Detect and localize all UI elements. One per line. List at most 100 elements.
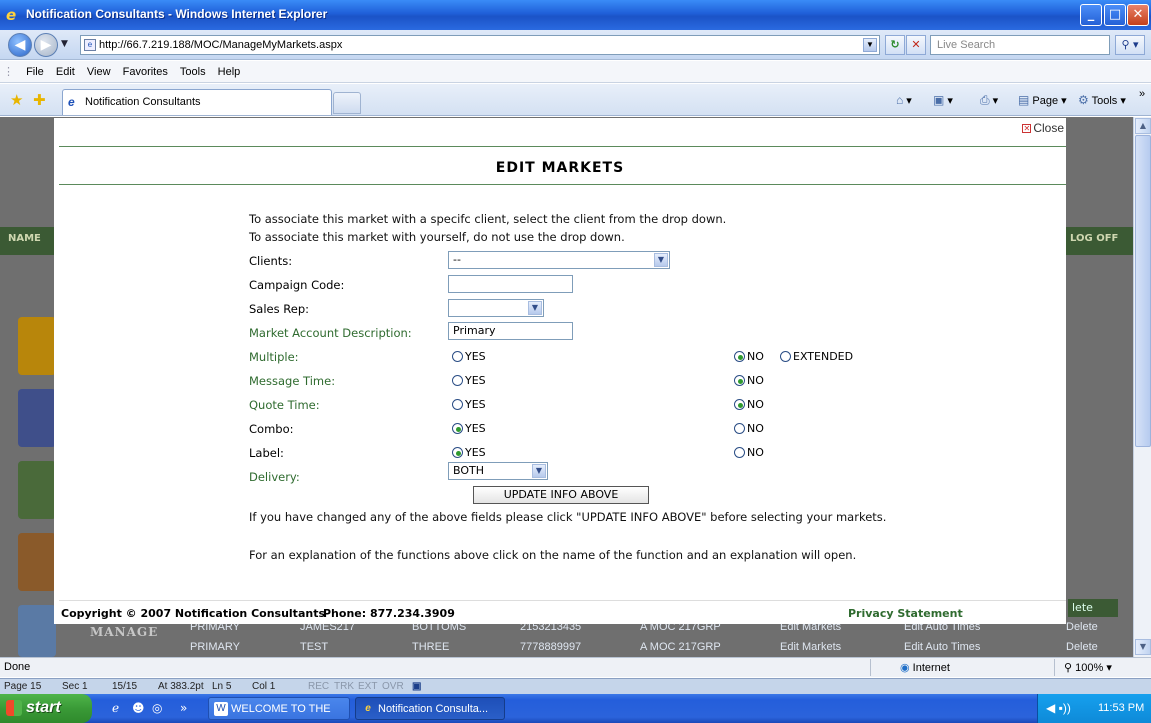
minimize-button[interactable]: _ <box>1080 4 1102 26</box>
quote-time-label[interactable]: Quote Time: <box>249 398 320 412</box>
label-no-radio[interactable]: NO <box>734 446 764 459</box>
feeds-button[interactable]: ▣ ▾ <box>933 93 953 107</box>
privacy-statement-link[interactable]: Privacy Statement <box>848 607 963 620</box>
delivery-label[interactable]: Delivery: <box>249 470 300 484</box>
radio-dot <box>734 423 745 434</box>
multiple-no-radio[interactable]: NO <box>734 350 764 363</box>
forward-button[interactable]: ▶ <box>34 33 58 57</box>
tools-menu-button[interactable]: ⚙ Tools ▾ <box>1078 93 1126 107</box>
combo-label: Combo: <box>249 422 294 436</box>
cell: Delete <box>1066 641 1098 653</box>
menu-help[interactable]: Help <box>218 61 241 83</box>
market-account-description-input[interactable]: Primary <box>448 322 573 340</box>
menu-view[interactable]: View <box>87 61 111 83</box>
cell: Delete <box>1066 621 1098 633</box>
toolbar-grip: ⋮ <box>3 66 14 78</box>
chevron-down-icon[interactable]: ▼ <box>863 38 877 52</box>
menu-file[interactable]: File <box>26 61 44 83</box>
tray-network-icon[interactable]: ◀ ▪)) <box>1046 701 1071 715</box>
quicklaunch-messenger-icon[interactable]: ☻ <box>132 701 145 715</box>
chevron-down-icon[interactable]: ▼ <box>532 464 546 478</box>
message-time-yes-radio[interactable]: YES <box>452 374 486 387</box>
sales-rep-select[interactable]: ▼ <box>448 299 544 317</box>
taskbar-ie-window[interactable]: e Notification Consulta... <box>355 697 505 720</box>
print-button[interactable]: ⎙ ▾ <box>980 93 998 108</box>
label-yes-radio[interactable]: YES <box>452 446 486 459</box>
vertical-scrollbar[interactable]: ▲ ▼ <box>1133 117 1151 657</box>
quote-time-yes-radio[interactable]: YES <box>452 398 486 411</box>
home-button[interactable]: ⌂ ▾ <box>896 93 912 107</box>
home-icon: ⌂ <box>896 93 904 107</box>
start-label: start <box>26 699 61 716</box>
quicklaunch-more-icon[interactable]: » <box>180 701 187 715</box>
cell: PRIMARY <box>190 641 240 653</box>
cell: Edit Markets <box>780 641 842 653</box>
stop-button[interactable]: ✕ <box>906 35 926 55</box>
scroll-up-button[interactable]: ▲ <box>1135 118 1151 134</box>
close-window-button[interactable]: ✕ <box>1127 4 1149 26</box>
search-input[interactable]: Live Search <box>930 35 1110 55</box>
word-ext[interactable]: EXT <box>358 681 377 692</box>
feeds-icon: ▣ <box>933 93 945 107</box>
task-label: WELCOME TO THE M... <box>231 703 331 715</box>
spelling-status-icon[interactable]: ▣ <box>412 681 421 692</box>
taskbar-word-window[interactable]: W WELCOME TO THE M... <box>208 697 350 720</box>
back-button[interactable]: ◀ <box>8 33 32 57</box>
radio-dot <box>734 375 745 386</box>
security-zone[interactable]: ◉ Internet <box>900 661 950 674</box>
close-label: Close <box>1033 121 1064 135</box>
new-tab-button[interactable] <box>333 92 361 114</box>
tab-notification-consultants[interactable]: e Notification Consultants <box>62 89 332 115</box>
start-button[interactable]: start <box>0 694 92 723</box>
word-status-bar: Page 15 Sec 1 15/15 At 383.2pt Ln 5 Col … <box>0 678 1151 694</box>
background-manage-label: MANAGE <box>90 625 159 639</box>
multiple-extended-radio[interactable]: EXTENDED <box>780 350 853 363</box>
message-time-no-radio[interactable]: NO <box>734 374 764 387</box>
add-favorite-icon[interactable]: ✚ <box>33 91 46 109</box>
favorites-star-icon[interactable]: ★ <box>10 91 23 109</box>
scroll-thumb[interactable] <box>1135 135 1151 447</box>
edit-markets-modal: ✕ Close EDIT MARKETS To associate this ma… <box>54 118 1066 624</box>
page-menu-button[interactable]: ▤ Page ▾ <box>1018 93 1067 107</box>
word-rec[interactable]: REC <box>308 681 329 692</box>
clients-select[interactable]: -- ▼ <box>448 251 670 269</box>
menu-edit[interactable]: Edit <box>56 61 75 83</box>
url-input[interactable]: e http://66.7.219.188/MOC/ManageMyMarket… <box>80 35 880 55</box>
zoom-level-button[interactable]: ⚲ 100% ▾ <box>1064 661 1112 674</box>
copyright-text: Copyright © 2007 Notification Consultant… <box>61 607 325 620</box>
more-commands-icon[interactable]: » <box>1139 88 1145 100</box>
quote-time-no-radio[interactable]: NO <box>734 398 764 411</box>
radio-dot <box>734 399 745 410</box>
magnifier-icon: ⚲ <box>1064 662 1073 674</box>
chevron-down-icon[interactable]: ▼ <box>654 253 668 267</box>
multiple-yes-radio[interactable]: YES <box>452 350 486 363</box>
market-account-description-label[interactable]: Market Account Description: <box>249 326 412 340</box>
delivery-select[interactable]: BOTH ▼ <box>448 462 548 480</box>
recent-pages-dropdown-icon[interactable]: ▼ <box>61 39 68 49</box>
word-trk[interactable]: TRK <box>334 681 354 692</box>
message-time-label[interactable]: Message Time: <box>249 374 335 388</box>
chevron-down-icon[interactable]: ▼ <box>528 301 542 315</box>
scroll-down-button[interactable]: ▼ <box>1135 639 1151 655</box>
quicklaunch-ie-icon[interactable]: ℯ <box>112 701 119 715</box>
modal-close-button[interactable]: ✕ Close <box>1022 121 1064 135</box>
menu-tools[interactable]: Tools <box>180 61 206 83</box>
intro-text-2: To associate this market with yourself, … <box>249 230 625 244</box>
maximize-button[interactable]: □ <box>1104 4 1126 26</box>
tools-menu-label: Tools <box>1091 95 1118 107</box>
campaign-code-input[interactable] <box>448 275 573 293</box>
refresh-button[interactable]: ↻ <box>885 35 905 55</box>
combo-yes-radio[interactable]: YES <box>452 422 486 435</box>
radio-label: YES <box>465 398 486 411</box>
multiple-label[interactable]: Multiple: <box>249 350 299 364</box>
word-ovr[interactable]: OVR <box>382 681 404 692</box>
radio-label: YES <box>465 422 486 435</box>
update-info-button[interactable]: UPDATE INFO ABOVE <box>473 486 649 504</box>
radio-dot <box>452 399 463 410</box>
radio-dot <box>734 351 745 362</box>
quicklaunch-media-icon[interactable]: ◎ <box>152 701 162 715</box>
menu-favorites[interactable]: Favorites <box>123 61 168 83</box>
clock[interactable]: 11:53 PM <box>1098 702 1144 714</box>
combo-no-radio[interactable]: NO <box>734 422 764 435</box>
search-button[interactable]: ⚲ ▾ <box>1115 35 1145 55</box>
